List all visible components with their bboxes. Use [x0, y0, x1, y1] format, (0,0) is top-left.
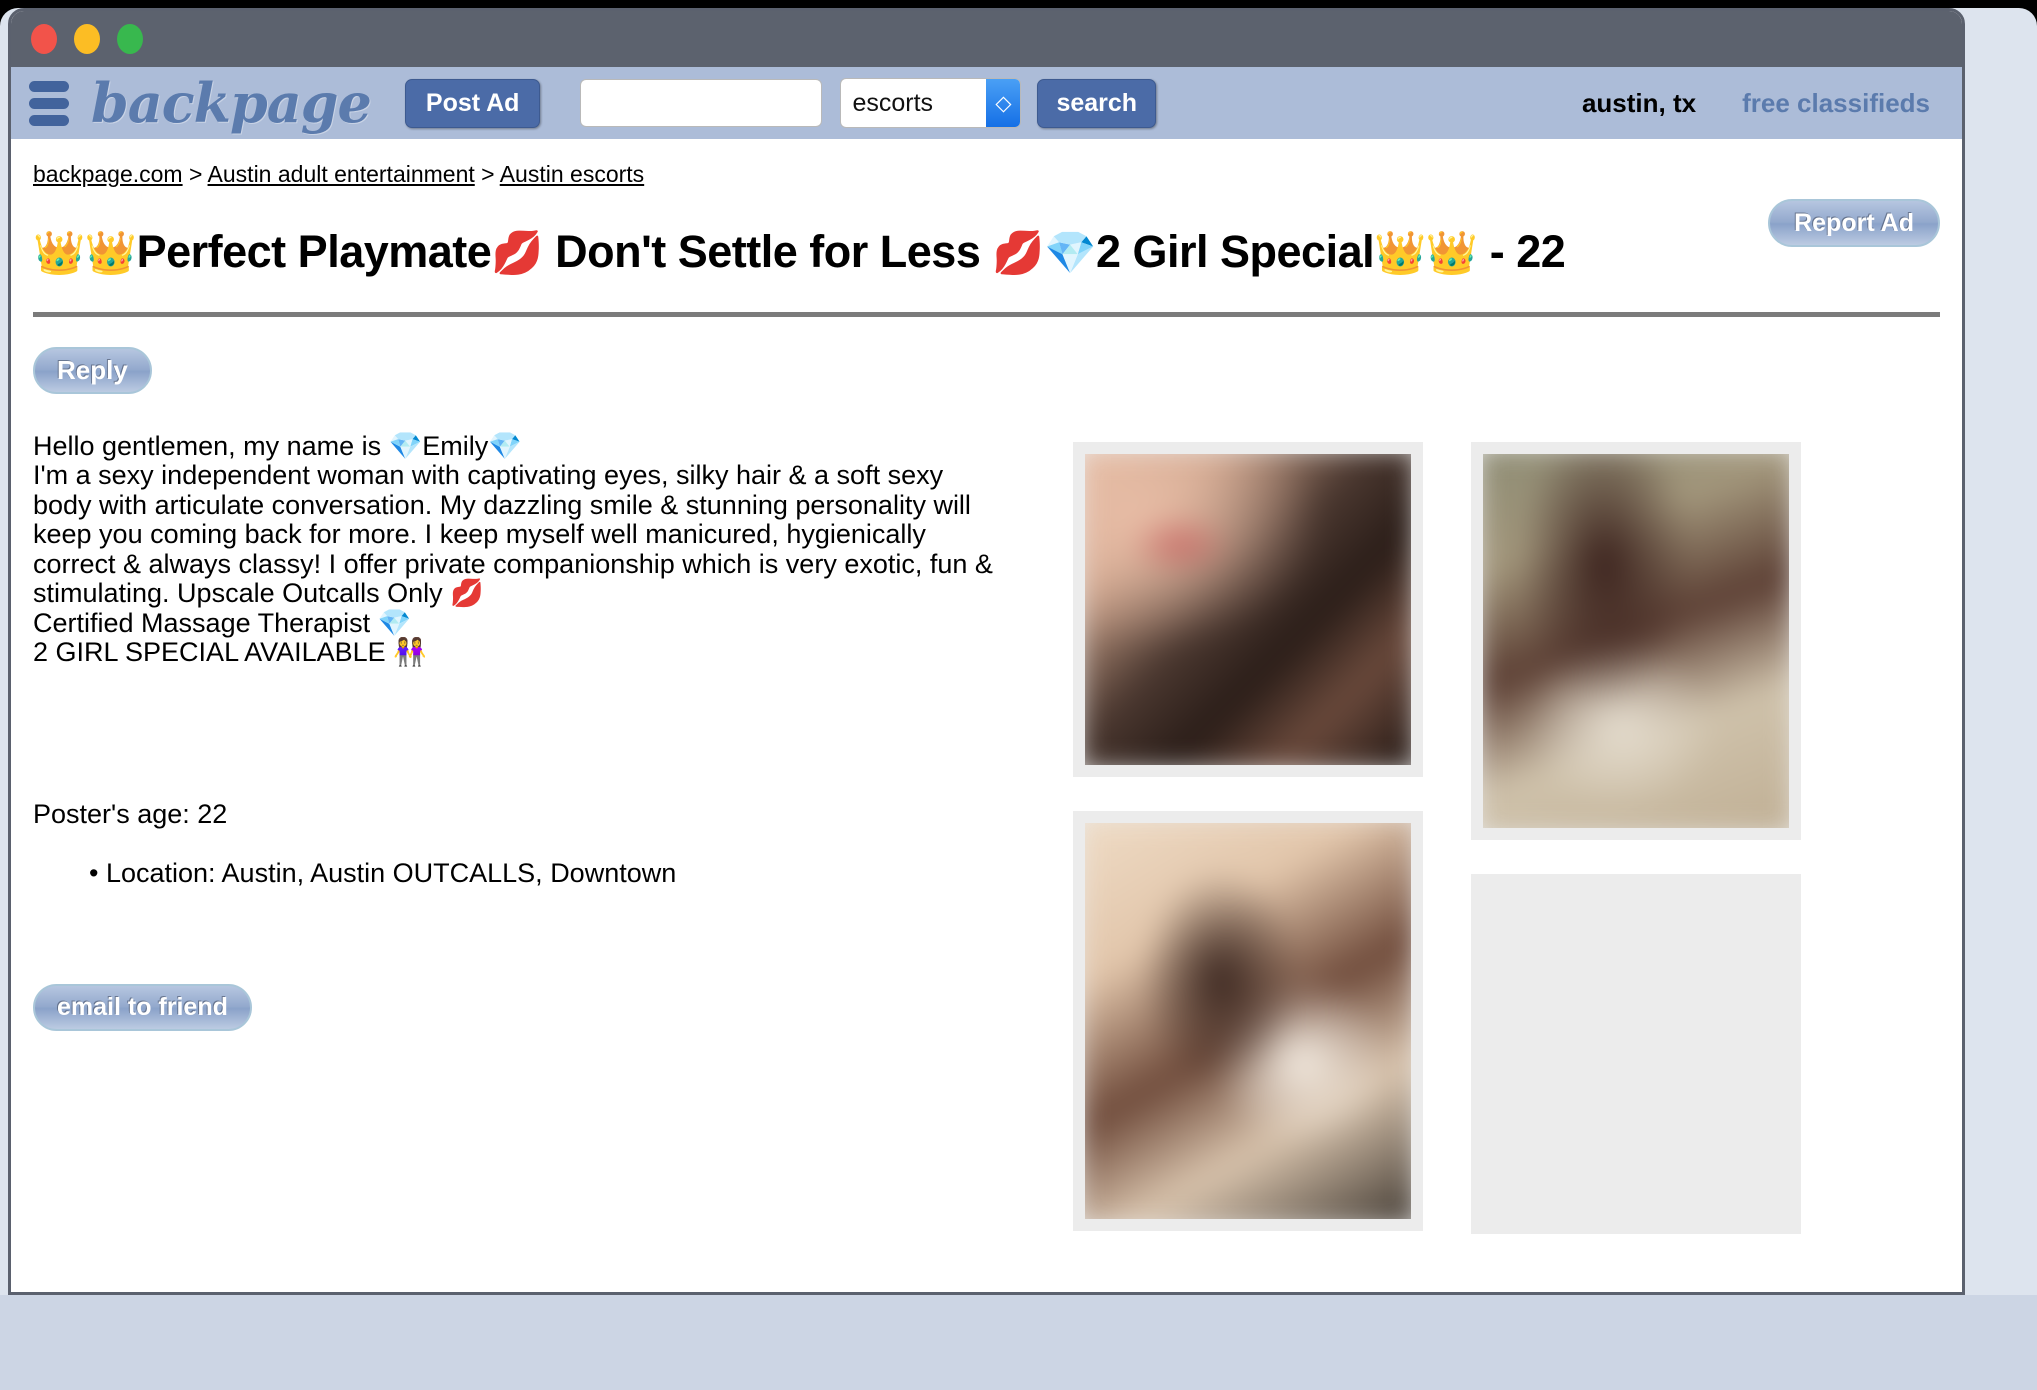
- gallery-column-right: [1471, 442, 1801, 1268]
- chevron-updown-icon: ◇: [986, 79, 1021, 127]
- breadcrumb: backpage.com > Austin adult entertainmen…: [33, 139, 1940, 188]
- ad-left-column: Hello gentlemen, my name is 💎Emily💎 I'm …: [33, 431, 1045, 1268]
- crown-icon: 👑: [33, 228, 85, 277]
- crown-icon: 👑: [1425, 228, 1478, 277]
- site-header: backpage Post Ad escorts ◇ search austin…: [11, 67, 1962, 139]
- minimize-button[interactable]: [74, 24, 100, 54]
- site-logo[interactable]: backpage: [91, 76, 372, 130]
- close-button[interactable]: [31, 24, 57, 54]
- city-label: austin, tx: [1581, 87, 1697, 118]
- ad-title-text: Don't Settle for Less: [543, 226, 993, 277]
- ad-body-line: stimulating. Upscale Outcalls Only 💋: [33, 578, 484, 609]
- gem-icon: 💎: [1044, 228, 1096, 277]
- crown-icon: 👑: [1374, 228, 1426, 277]
- category-select-value: escorts: [852, 88, 934, 117]
- breadcrumb-link-category[interactable]: Austin adult entertainment: [208, 161, 475, 187]
- ad-body-line: I'm a sexy independent woman with captiv…: [33, 460, 944, 491]
- ad-body: Hello gentlemen, my name is 💎Emily💎 I'm …: [33, 431, 1043, 667]
- kiss-mark-icon: 💋: [992, 228, 1045, 277]
- ad-title-text: 2 Girl Special: [1095, 226, 1375, 277]
- ad-body-line: correct & always classy! I offer private…: [33, 548, 993, 579]
- browser-window: backpage Post Ad escorts ◇ search austin…: [8, 8, 1965, 1295]
- ad-body-line: body with articulate conversation. My da…: [33, 489, 971, 520]
- hamburger-bar: [29, 114, 69, 126]
- breadcrumb-link-subcategory[interactable]: Austin escorts: [500, 161, 644, 187]
- post-ad-button[interactable]: Post Ad: [404, 78, 541, 128]
- ad-title: 👑👑Perfect Playmate💋 Don't Settle for Les…: [33, 226, 1940, 278]
- report-ad-button[interactable]: Report Ad: [1768, 199, 1940, 248]
- window-titlebar: [11, 11, 1962, 67]
- ad-photo-gallery: [1073, 432, 1801, 1268]
- gallery-column-left: [1073, 442, 1423, 1268]
- hamburger-bar: [29, 80, 69, 92]
- ad-body-line: Hello gentlemen, my name is 💎Emily💎: [33, 431, 522, 462]
- email-to-friend-button[interactable]: email to friend: [33, 984, 252, 1031]
- free-classifieds-link[interactable]: free classifieds: [1742, 88, 1930, 119]
- ad-photo-2-clip: [1483, 454, 1789, 829]
- ad-content: Hello gentlemen, my name is 💎Emily💎 I'm …: [33, 431, 1940, 1268]
- ad-title-text: Perfect Playmate: [136, 226, 492, 277]
- reply-button[interactable]: Reply: [33, 346, 152, 395]
- page-content: backpage.com > Austin adult entertainmen…: [11, 139, 1962, 1268]
- ad-photo-3: [1085, 823, 1411, 1220]
- ad-photo-4-frame[interactable]: [1471, 874, 1801, 1235]
- category-select[interactable]: escorts ◇: [840, 78, 1022, 128]
- ad-photo-1-frame[interactable]: [1073, 442, 1423, 778]
- report-ad-container: Report Ad: [1768, 199, 1940, 248]
- maximize-button[interactable]: [117, 24, 143, 54]
- ad-photo-3-frame[interactable]: [1073, 811, 1423, 1232]
- hamburger-icon[interactable]: [29, 80, 69, 126]
- search-input[interactable]: [580, 79, 823, 127]
- poster-age: Poster's age: 22: [33, 799, 228, 830]
- breadcrumb-link-home[interactable]: backpage.com: [33, 161, 183, 187]
- ad-photo-3-clip: [1085, 823, 1411, 1220]
- breadcrumb-separator: >: [481, 161, 495, 187]
- email-friend-container: email to friend: [33, 984, 1045, 1031]
- ad-photo-4-clip: [1483, 886, 1789, 1222]
- ad-photo-1-clip: [1085, 454, 1411, 766]
- breadcrumb-separator: >: [188, 161, 203, 187]
- desktop-bottom-bar: [0, 1295, 2037, 1390]
- hamburger-bar: [29, 97, 69, 109]
- ad-body-line: 2 GIRL SPECIAL AVAILABLE 👭: [33, 637, 427, 667]
- ad-body-line: Certified Massage Therapist 💎: [33, 607, 412, 638]
- ad-location: • Location: Austin, Austin OUTCALLS, Dow…: [89, 858, 677, 889]
- reply-container: Reply: [33, 346, 1940, 395]
- window-controls: [31, 24, 143, 54]
- screen: backpage Post Ad escorts ◇ search austin…: [0, 0, 2037, 1390]
- header-right-group: austin, tx free classifieds: [1582, 88, 1940, 119]
- ad-photo-1: [1085, 454, 1411, 766]
- ad-body-line: keep you coming back for more. I keep my…: [33, 519, 926, 550]
- title-divider: [33, 311, 1940, 317]
- kiss-mark-icon: 💋: [491, 228, 544, 277]
- ad-photo-2: [1483, 454, 1789, 829]
- crown-icon: 👑: [84, 228, 137, 277]
- search-button[interactable]: search: [1037, 78, 1157, 128]
- ad-photo-4: [1483, 886, 1789, 1222]
- ad-title-age: - 22: [1477, 226, 1566, 277]
- ad-photo-2-frame[interactable]: [1471, 442, 1801, 841]
